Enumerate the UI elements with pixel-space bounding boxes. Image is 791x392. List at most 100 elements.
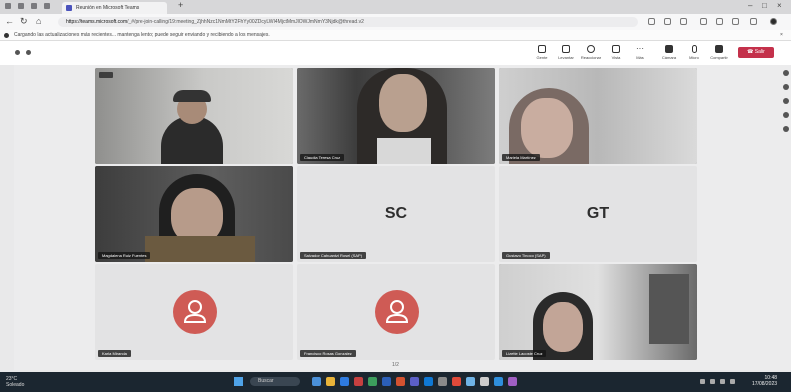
outlook-icon[interactable] <box>424 377 433 386</box>
dismiss-info-icon[interactable]: × <box>780 30 783 41</box>
participant-name: Karla Miranda <box>98 350 131 357</box>
url-path: /_#/pre-join-calling/19:meeting_ZjhhNzc1… <box>127 19 364 25</box>
favorite-star-icon[interactable] <box>664 18 671 25</box>
back-icon[interactable]: ← <box>5 16 14 26</box>
powerpoint-icon[interactable] <box>396 377 405 386</box>
participant-tile[interactable]: SC Salvador Cahuantzi Rosel (SAP) <box>297 166 495 262</box>
react-button[interactable]: Reaccionar <box>580 45 602 60</box>
more-button[interactable]: ··· Más <box>629 45 651 61</box>
share-label: Compartir <box>710 55 728 60</box>
workspaces-icon[interactable] <box>18 3 24 9</box>
participant-tile[interactable] <box>95 68 293 164</box>
teams-favicon-icon <box>66 5 72 11</box>
minimize-icon[interactable]: – <box>748 1 752 10</box>
participant-tile[interactable]: Karla Miranda <box>95 264 293 360</box>
mic-button[interactable]: Micro <box>683 45 705 60</box>
clock-date: 17/08/2023 <box>752 381 778 387</box>
split-screen-icon[interactable] <box>680 18 687 25</box>
meeting-info-icon[interactable] <box>26 50 31 55</box>
photos-icon[interactable] <box>466 377 475 386</box>
store-icon[interactable] <box>494 377 503 386</box>
mic-icon <box>691 45 697 53</box>
view-label: Vista <box>611 55 621 60</box>
new-tab-icon[interactable]: + <box>178 0 183 10</box>
share-button[interactable]: Compartir <box>708 45 730 60</box>
browser-tab-teams[interactable]: Reunión en Microsoft Teams × <box>62 2 167 14</box>
url-host: https://teams.microsoft.com <box>66 19 128 25</box>
grid-icon <box>612 45 620 53</box>
browser-menu-icon[interactable] <box>750 18 757 25</box>
hand-icon <box>562 45 570 53</box>
wifi-icon[interactable] <box>710 379 715 384</box>
person-avatar-icon <box>375 290 419 334</box>
chat-icon[interactable] <box>783 70 789 76</box>
participant-tile[interactable]: Mariela Martínez <box>499 68 697 164</box>
favorites-icon[interactable] <box>700 18 707 25</box>
refresh-icon[interactable]: ↻ <box>20 16 28 27</box>
whiteboard-icon[interactable] <box>783 98 789 104</box>
extensions-icon[interactable] <box>732 18 739 25</box>
close-window-icon[interactable]: × <box>777 1 782 10</box>
file-explorer-icon[interactable] <box>326 377 335 386</box>
onenote-icon[interactable] <box>508 377 517 386</box>
page-indicator[interactable]: 1/2 <box>392 362 399 368</box>
collections-icon[interactable] <box>44 3 50 9</box>
weather-widget[interactable]: 23°C Soleado <box>6 376 24 388</box>
participant-name: Claudia Teresa Cruz <box>300 154 345 161</box>
people-icon <box>538 45 546 53</box>
windows-start-icon[interactable] <box>234 377 243 386</box>
edge-icon[interactable] <box>340 377 349 386</box>
participant-name: Lizette Lacoste Cruz <box>502 350 547 357</box>
volume-icon[interactable] <box>720 379 725 384</box>
browser-tab-strip: Reunión en Microsoft Teams × + – □ × <box>0 0 791 14</box>
participant-name: Mariela Martínez <box>502 154 540 161</box>
chrome-icon[interactable] <box>452 377 461 386</box>
excel-icon[interactable] <box>368 377 377 386</box>
update-info-bar: Cargando las actualizaciones más recient… <box>0 30 791 41</box>
copilot-icon[interactable] <box>770 18 777 25</box>
taskbar-clock[interactable]: 10:48 17/08/2023 <box>752 375 777 387</box>
participants-panel-icon[interactable] <box>783 84 789 90</box>
participant-tile[interactable]: Francisco Rosas Gonzalez <box>297 264 495 360</box>
notepad-icon[interactable] <box>480 377 489 386</box>
battery-icon[interactable] <box>730 379 735 384</box>
maximize-icon[interactable]: □ <box>762 1 767 10</box>
participant-name: Gustavo Tinoco (SAP) <box>502 252 550 259</box>
camera-button[interactable]: Cámara <box>658 45 680 60</box>
tab-actions-icon[interactable] <box>31 3 37 9</box>
leave-label: Salir <box>754 49 765 55</box>
tray-chevron-icon[interactable] <box>700 379 705 384</box>
home-icon[interactable]: ⌂ <box>36 16 41 26</box>
search-label: Buscar <box>258 378 274 384</box>
participant-tile[interactable]: Magdalena Ruiz Fuentes <box>95 166 293 262</box>
view-button[interactable]: Vista <box>605 45 627 60</box>
profile-icon[interactable] <box>5 3 11 9</box>
apps-icon[interactable] <box>783 112 789 118</box>
camera-label: Cámara <box>661 55 677 60</box>
raise-hand-button[interactable]: Levantar <box>555 45 577 60</box>
windows-taskbar: 23°C Soleado Buscar 10:48 17/08/2023 <box>0 372 791 392</box>
taskbar-search[interactable]: Buscar <box>250 377 300 386</box>
address-bar[interactable]: https://teams.microsoft.com/_#/pre-join-… <box>58 17 638 27</box>
participant-initials: SC <box>376 194 416 234</box>
participant-tile[interactable]: Claudia Teresa Cruz <box>297 68 495 164</box>
meeting-toolbar: Gente Levantar Reaccionar Vista ··· Más C… <box>0 41 791 65</box>
participant-name: Francisco Rosas Gonzalez <box>300 350 356 357</box>
people-button[interactable]: Gente <box>531 45 553 60</box>
participant-tile[interactable]: Lizette Lacoste Cruz <box>499 264 697 360</box>
people-label: Gente <box>536 55 548 60</box>
leave-button[interactable]: ☎ Salir <box>738 47 774 58</box>
settings-icon[interactable] <box>783 126 789 132</box>
tab-title: Reunión en Microsoft Teams <box>76 5 140 11</box>
mail-icon[interactable] <box>354 377 363 386</box>
phone-icon: ☎ <box>747 49 755 55</box>
word-icon[interactable] <box>382 377 391 386</box>
participant-tile[interactable]: GT Gustavo Tinoco (SAP) <box>499 166 697 262</box>
teams-icon[interactable] <box>410 377 419 386</box>
person-avatar-icon <box>173 290 217 334</box>
collections-bar-icon[interactable] <box>716 18 723 25</box>
task-view-icon[interactable] <box>312 377 321 386</box>
participant-initials: GT <box>578 194 618 234</box>
read-aloud-icon[interactable] <box>648 18 655 25</box>
calculator-icon[interactable] <box>438 377 447 386</box>
